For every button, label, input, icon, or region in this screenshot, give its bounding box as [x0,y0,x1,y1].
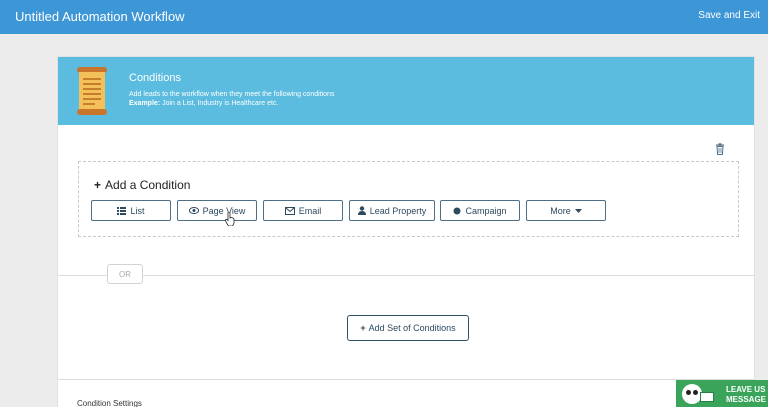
envelope-icon [700,392,714,402]
add-set-of-conditions-button[interactable]: + Add Set of Conditions [347,315,469,341]
settings-divider [58,379,754,380]
circle-icon [453,207,461,214]
user-icon [357,206,366,215]
scroll-icon [77,67,107,115]
email-button-label: Email [298,205,322,216]
conditions-card: Conditions Add leads to the workflow whe… [57,56,755,407]
plus-icon: + [360,323,366,333]
or-label: OR [107,264,143,284]
or-divider [58,275,754,276]
more-button[interactable]: More [526,200,606,221]
campaign-button-label: Campaign [465,205,507,216]
leave-message-line2: MESSAGE [726,395,767,404]
page-view-button[interactable]: Page View [177,200,257,221]
list-icon [117,206,127,215]
leave-message-widget[interactable]: LEAVE US MESSAGE [676,380,768,407]
hand-cursor-icon [225,212,235,226]
envelope-icon [284,206,295,215]
condition-settings-label[interactable]: Condition Settings [77,399,142,407]
campaign-button[interactable]: Campaign [440,200,520,221]
more-button-label: More [550,205,571,216]
plus-icon: + [94,178,102,192]
list-button-label: List [130,205,145,216]
conditions-header: Conditions Add leads to the workflow whe… [58,57,754,125]
list-button[interactable]: List [91,200,171,221]
add-condition-label: Add a Condition [105,178,191,192]
eye-icon [188,207,199,214]
add-set-label: Add Set of Conditions [368,323,456,333]
workflow-title[interactable]: Untitled Automation Workflow [15,9,185,24]
conditions-example: Example: Join a List, Industry is Health… [129,100,278,107]
lead-property-button-label: Lead Property [369,205,427,216]
leave-message-line1: LEAVE US [726,385,766,394]
conditions-title: Conditions [129,72,181,84]
lead-property-button[interactable]: Lead Property [349,200,435,221]
email-button[interactable]: Email [263,200,343,221]
condition-box: + Add a Condition List Page View Email L… [78,161,739,237]
example-text: Join a List, Industry is Healthcare etc. [160,100,279,107]
page-view-button-label: Page View [202,205,246,216]
top-bar: Untitled Automation Workflow Save and Ex… [0,0,768,34]
add-condition-title: + Add a Condition [94,178,190,192]
example-label: Example: [129,100,161,107]
caret-down-icon [574,208,582,213]
save-and-exit-button[interactable]: Save and Exit [698,10,760,21]
trash-icon[interactable] [714,143,726,155]
conditions-description: Add leads to the workflow when they meet… [129,91,335,98]
panda-icon [682,384,702,404]
